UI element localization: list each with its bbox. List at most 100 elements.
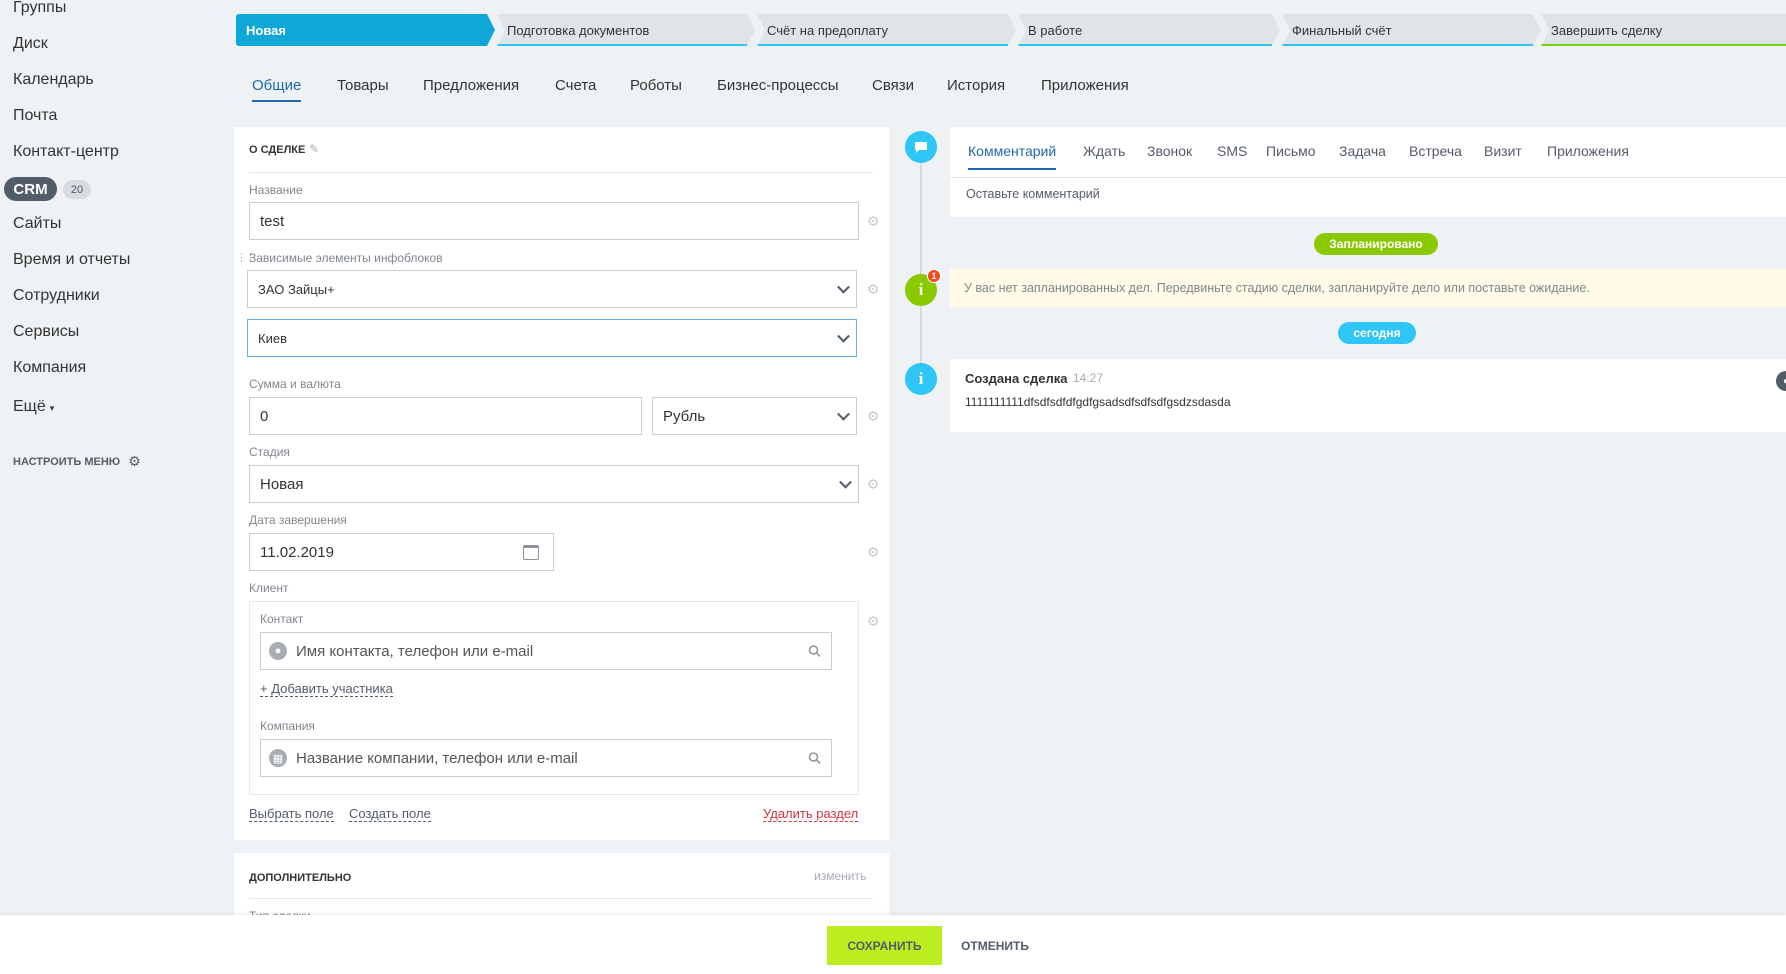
tab-applications[interactable]: Приложения: [1041, 77, 1129, 94]
entry-title: Создана сделка: [965, 371, 1068, 386]
menu-item-company[interactable]: Компания: [13, 359, 86, 377]
gear-icon[interactable]: ⚙: [866, 477, 880, 491]
menu-item-groups[interactable]: Группы: [13, 0, 66, 17]
editor-tab-email[interactable]: Письмо: [1266, 143, 1316, 159]
tab-general[interactable]: Общие: [252, 77, 302, 102]
stage-prepayment-invoice[interactable]: Счёт на предоплату: [757, 14, 1016, 46]
stage-underline: [1282, 44, 1533, 46]
tab-robots[interactable]: Роботы: [630, 77, 682, 94]
timeline-entry-deal-created: Создана сделка 14:27 1111111111dfsdfsdfd…: [950, 359, 1786, 432]
menu-item-sites[interactable]: Сайты: [13, 215, 61, 233]
chevron-down-icon: [839, 475, 852, 489]
menu-item-calendar[interactable]: Календарь: [13, 71, 94, 89]
editor-tab-meeting[interactable]: Встреча: [1409, 143, 1462, 159]
section-title-additional: ДОПОЛНИТЕЛЬНО: [249, 872, 352, 884]
stage-label: Новая: [246, 22, 286, 38]
editor-tab-task[interactable]: Задача: [1339, 143, 1386, 159]
tab-offers[interactable]: Предложения: [423, 77, 519, 94]
cancel-button[interactable]: ОТМЕНИТЬ: [950, 926, 1040, 965]
gear-icon[interactable]: ⚙: [866, 214, 880, 228]
contact-search-placeholder: Имя контакта, телефон или e-mail: [296, 642, 534, 660]
stage-in-progress[interactable]: В работе: [1018, 14, 1280, 46]
stage-label: В работе: [1028, 22, 1083, 38]
stage-select[interactable]: Новая: [249, 465, 859, 503]
menu-item-more[interactable]: Ещё ▾: [13, 398, 54, 416]
stage-docs-preparation[interactable]: Подготовка документов: [497, 14, 755, 46]
contact-label: Контакт: [260, 612, 304, 626]
gear-icon[interactable]: ⚙: [866, 282, 880, 296]
timeline-editor: Комментарий Ждать Звонок SMS Письмо Зада…: [950, 127, 1786, 217]
pencil-icon[interactable]: ✎: [309, 142, 319, 156]
editor-tab-applications[interactable]: Приложения: [1547, 143, 1629, 159]
contact-search-input[interactable]: ● Имя контакта, телефон или e-mail: [260, 632, 832, 670]
editor-tab-call[interactable]: Звонок: [1147, 143, 1192, 159]
stage-final-invoice[interactable]: Финальный счёт: [1282, 14, 1541, 46]
tab-products[interactable]: Товары: [337, 77, 389, 94]
chevron-down-icon: [837, 280, 850, 294]
menu-item-crm[interactable]: CRM: [4, 177, 57, 201]
info-icon: i: [905, 363, 937, 395]
entry-text: 1111111111dfsdfsdfdfgdfgsadsdfsdfsdfgsdz…: [965, 395, 1231, 409]
stage-underline: [497, 44, 747, 46]
stage-label: Завершить сделку: [1551, 22, 1663, 38]
editor-tab-sms[interactable]: SMS: [1217, 143, 1247, 159]
divider: [249, 898, 873, 899]
stage-underline: [1541, 44, 1786, 46]
menu-item-employees[interactable]: Сотрудники: [13, 287, 100, 305]
editor-tab-wait[interactable]: Ждать: [1083, 143, 1125, 159]
section-title-about: О СДЕЛКЕ: [249, 144, 306, 156]
no-planned-activities-text: У вас нет запланированных дел. Передвинь…: [964, 281, 1590, 295]
today-badge: сегодня: [1338, 322, 1416, 344]
search-icon[interactable]: [808, 645, 821, 658]
configure-menu-label: НАСТРОИТЬ МЕНЮ: [13, 455, 121, 468]
menu-item-disk[interactable]: Диск: [13, 35, 48, 53]
stage-complete-deal[interactable]: Завершить сделку: [1541, 14, 1786, 46]
comment-input[interactable]: Оставьте комментарий: [966, 187, 1100, 201]
configure-menu-button[interactable]: НАСТРОИТЬ МЕНЮ ⚙: [13, 453, 141, 470]
save-button[interactable]: СОХРАНИТЬ: [827, 926, 942, 965]
menu-item-contact-center[interactable]: Контакт-центр: [13, 143, 119, 161]
currency-select[interactable]: Рубль: [652, 397, 857, 435]
company-building-icon: ▦: [269, 749, 287, 767]
change-section-link[interactable]: изменить: [814, 869, 866, 883]
close-date-input[interactable]: 11.02.2019: [249, 533, 554, 571]
gear-icon[interactable]: ⚙: [866, 409, 880, 423]
timeline-line: [920, 146, 922, 379]
tab-history[interactable]: История: [947, 77, 1005, 94]
calendar-icon[interactable]: [523, 545, 539, 560]
menu-item-mail[interactable]: Почта: [13, 107, 57, 125]
close-date-value: 11.02.2019: [260, 543, 334, 561]
sum-input[interactable]: 0: [249, 397, 642, 435]
iblock-select-1[interactable]: ЗАО Зайцы+: [247, 270, 857, 308]
editor-tab-visit[interactable]: Визит: [1484, 143, 1522, 159]
iblock-select-2[interactable]: Киев: [247, 319, 857, 357]
gear-icon[interactable]: ⚙: [866, 545, 880, 559]
add-participant-link[interactable]: + Добавить участника: [260, 681, 393, 697]
planned-badge: Запланировано: [1314, 233, 1438, 255]
gear-icon[interactable]: ⚙: [866, 614, 880, 628]
divider: [950, 177, 1786, 178]
name-input[interactable]: test: [249, 202, 859, 240]
close-date-label: Дата завершения: [249, 513, 347, 527]
tab-business-processes[interactable]: Бизнес-процессы: [717, 77, 839, 94]
stage-underline: [757, 44, 1008, 46]
contact-avatar-icon: ●: [269, 642, 287, 660]
tab-invoices[interactable]: Счета: [555, 77, 596, 94]
stage-label: Стадия: [249, 445, 290, 459]
delete-section-link[interactable]: Удалить раздел: [763, 806, 859, 822]
stage-label: Финальный счёт: [1292, 22, 1392, 38]
stage-new[interactable]: Новая: [236, 14, 495, 46]
stage-underline: [1018, 44, 1272, 46]
chevron-down-icon: [837, 407, 850, 421]
menu-item-time-reports[interactable]: Время и отчеты: [13, 251, 130, 269]
currency-select-value: Рубль: [663, 407, 706, 425]
tab-links[interactable]: Связи: [872, 77, 914, 94]
search-icon[interactable]: [808, 752, 821, 765]
menu-item-services[interactable]: Сервисы: [13, 323, 79, 341]
chevron-down-icon: [837, 329, 850, 343]
editor-tab-comment[interactable]: Комментарий: [968, 143, 1057, 170]
company-search-input[interactable]: ▦ Название компании, телефон или e-mail: [260, 739, 832, 777]
select-field-link[interactable]: Выбрать поле: [249, 806, 334, 822]
create-field-link[interactable]: Создать поле: [349, 806, 431, 822]
user-avatar-icon[interactable]: ●: [1776, 371, 1786, 391]
